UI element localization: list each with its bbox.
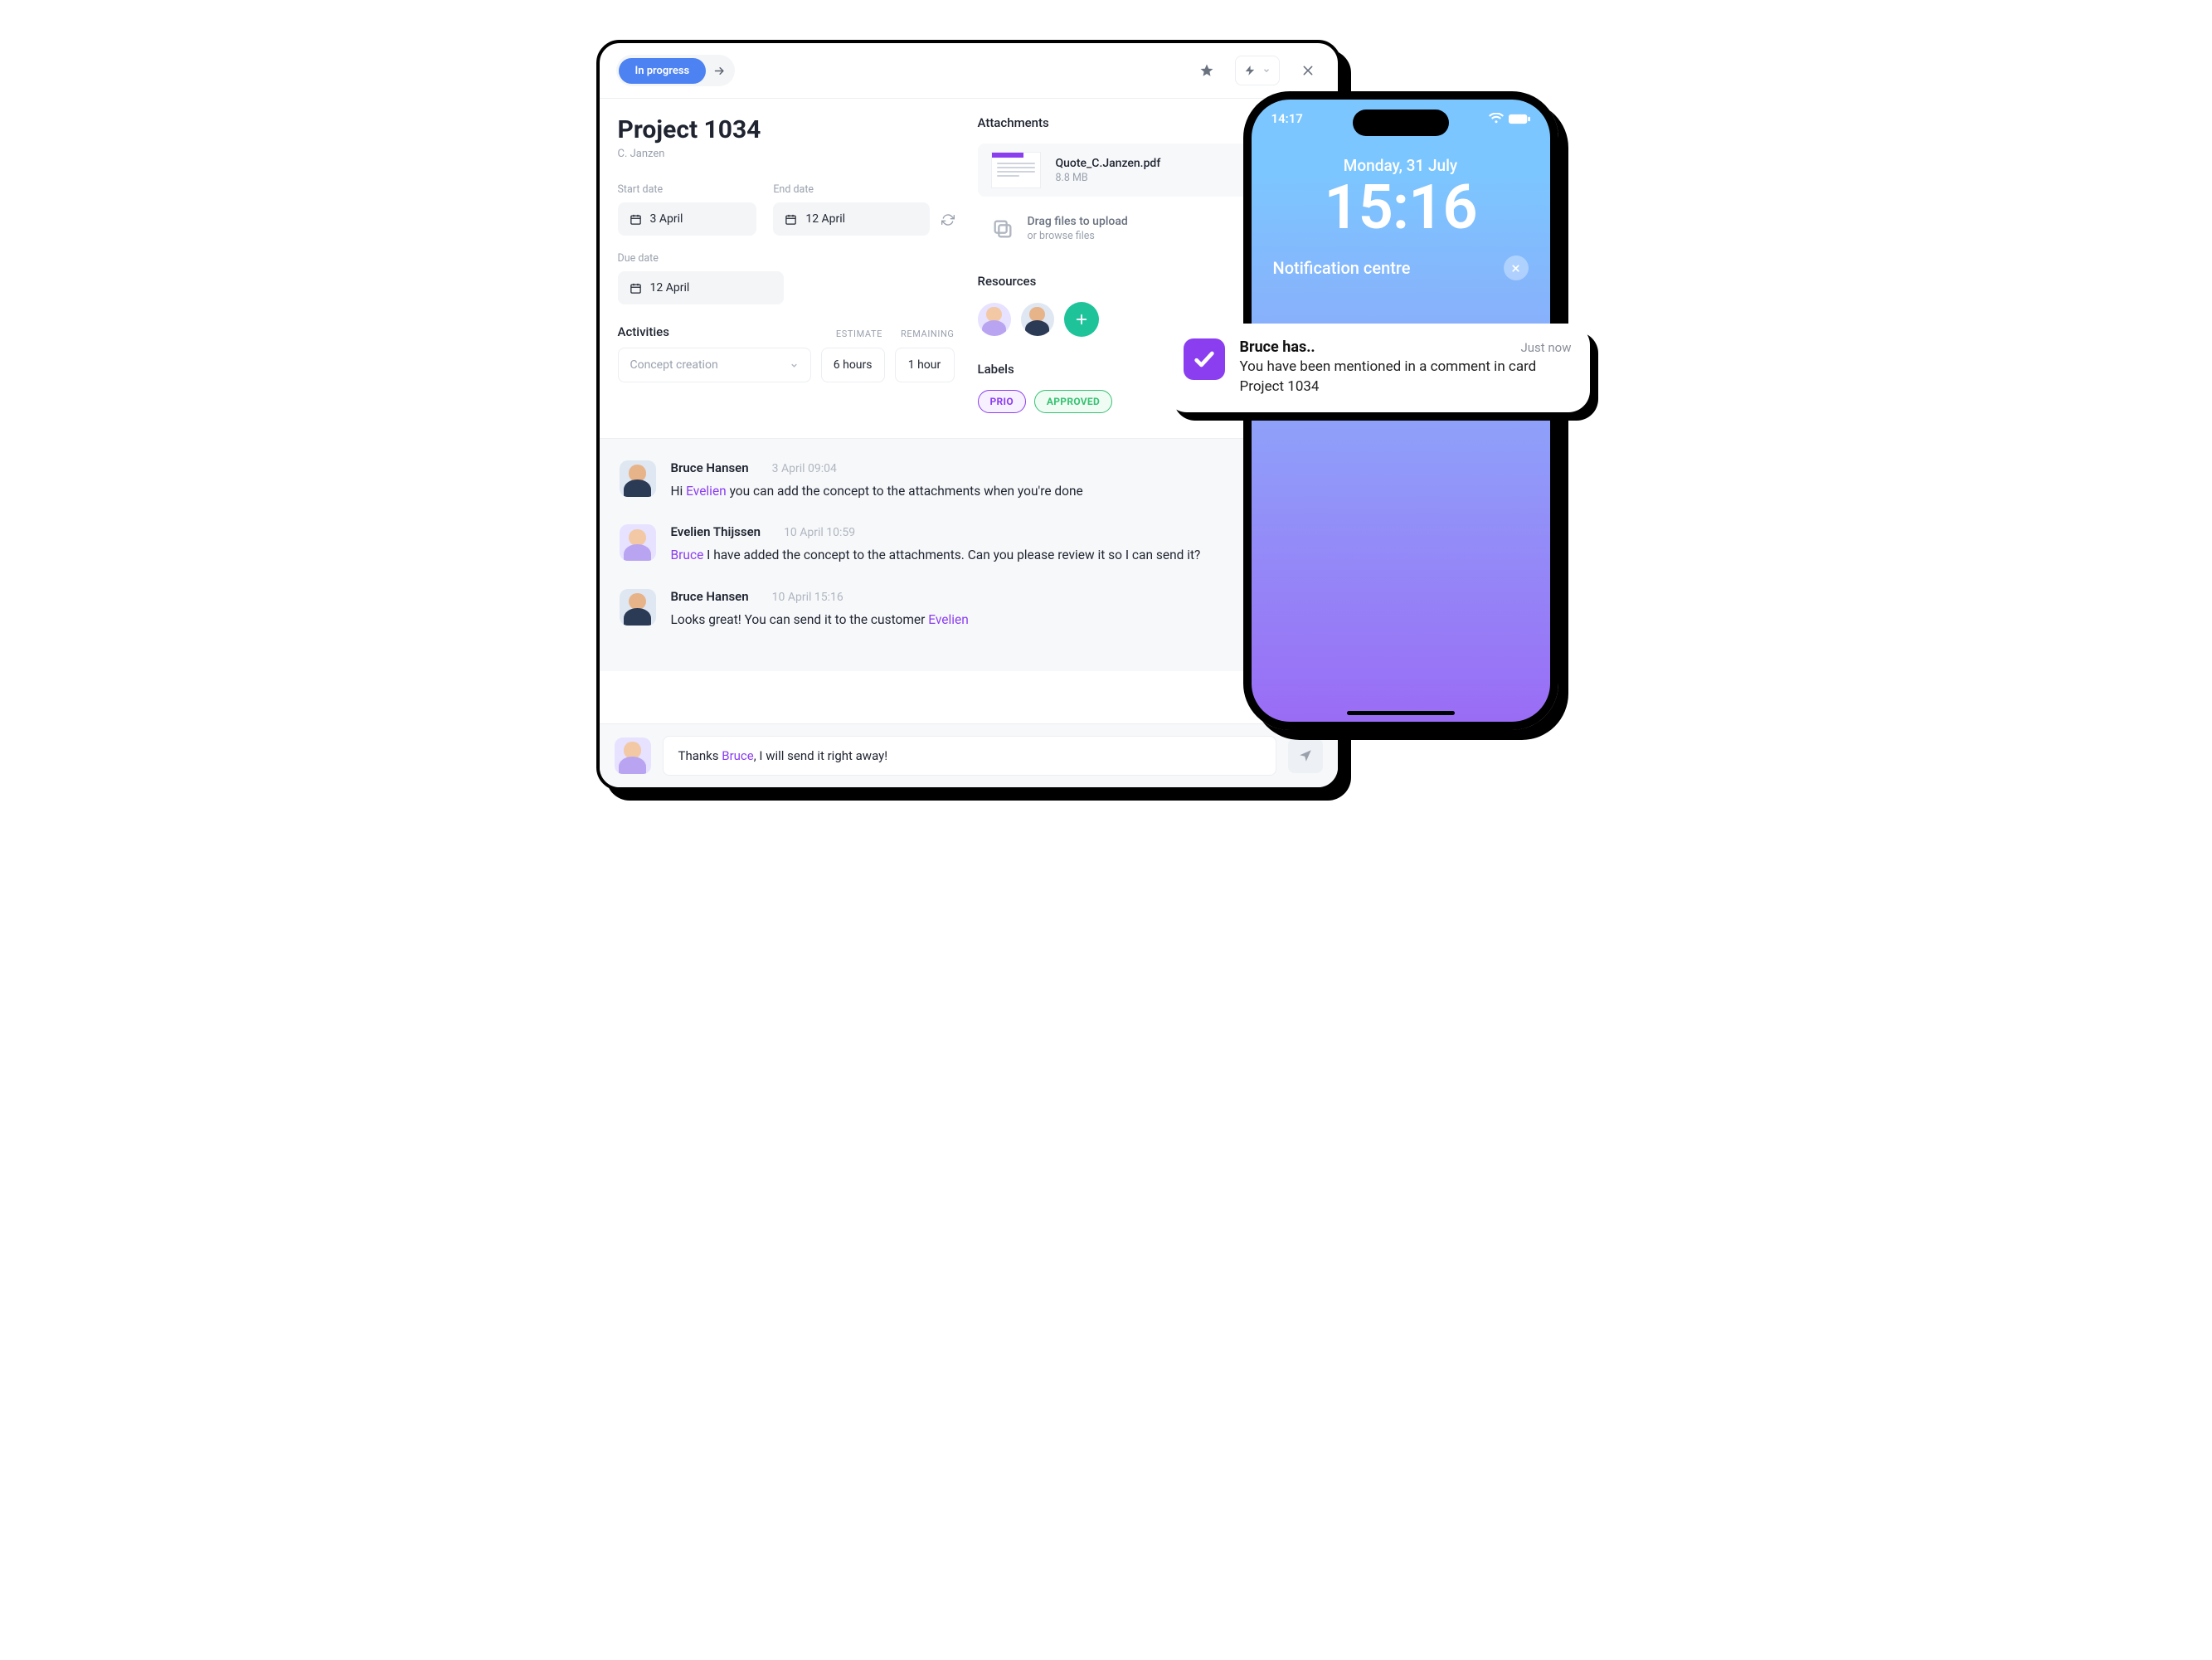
status-label: In progress <box>635 65 690 77</box>
wifi-icon <box>1489 113 1504 124</box>
card-header: In progress <box>600 43 1338 99</box>
project-title: Project 1034 <box>618 115 955 144</box>
star-icon <box>1199 63 1214 78</box>
comment-post: I have added the concept to the attachme… <box>703 548 1200 562</box>
compose-pre: Thanks <box>678 748 722 763</box>
end-date-value: 12 April <box>805 212 845 226</box>
end-date-label: End date <box>773 183 929 196</box>
document-thumbnail <box>991 152 1041 188</box>
end-date-input[interactable]: 12 April <box>773 202 929 236</box>
comment-mention[interactable]: Evelien <box>928 612 969 627</box>
comment-text: Hi Evelien you can add the concept to th… <box>671 482 1318 501</box>
activities-heading: Activities <box>618 324 669 339</box>
add-resource-button[interactable] <box>1064 302 1099 337</box>
due-date-input[interactable]: 12 April <box>618 271 784 304</box>
toast-time: Just now <box>1520 340 1571 355</box>
project-owner: C. Janzen <box>618 148 955 160</box>
label-prio[interactable]: PRIO <box>978 390 1026 413</box>
resource-avatar[interactable] <box>1021 303 1054 336</box>
attachment-name: Quote_C.Janzen.pdf <box>1056 157 1161 170</box>
comment-text: Looks great! You can send it to the cust… <box>671 611 1318 630</box>
sync-dates-button[interactable] <box>941 213 955 226</box>
calendar-icon <box>630 213 642 226</box>
check-icon <box>1193 348 1216 371</box>
estimate-col-label: ESTIMATE <box>836 329 882 339</box>
notification-centre-heading: Notification centre <box>1273 258 1411 278</box>
send-icon <box>1298 748 1313 763</box>
sync-icon <box>941 213 955 226</box>
phone-notch <box>1353 110 1449 136</box>
estimate-value[interactable]: 6 hours <box>821 348 885 382</box>
compose-mention: Bruce <box>722 748 754 763</box>
lightning-icon <box>1244 65 1256 76</box>
calendar-icon <box>630 282 642 295</box>
dropzone-title: Drag files to upload <box>1028 215 1128 228</box>
comment-mention[interactable]: Evelien <box>686 484 727 499</box>
compose-bar: Thanks Bruce, I will send it right away! <box>600 723 1338 787</box>
notification-toast[interactable]: Bruce has.. Just now You have been menti… <box>1165 324 1590 412</box>
close-icon <box>1301 64 1315 77</box>
label-approved[interactable]: APPROVED <box>1034 390 1112 413</box>
comment-input[interactable]: Thanks Bruce, I will send it right away! <box>663 736 1276 776</box>
left-column: Project 1034 C. Janzen Start date 3 Apri… <box>618 115 955 413</box>
actions-menu-button[interactable] <box>1235 56 1280 85</box>
remaining-value[interactable]: 1 hour <box>895 348 955 382</box>
comment-time: 10 April 15:16 <box>772 591 843 604</box>
comments-section: Bruce Hansen 3 April 09:04 Hi Evelien yo… <box>600 438 1338 671</box>
comment-post: you can add the concept to the attachmen… <box>727 484 1083 499</box>
start-date-value: 3 April <box>650 212 683 226</box>
arrow-right-icon <box>713 65 726 77</box>
lock-screen-time: 15:16 <box>1252 172 1550 244</box>
plus-icon <box>1074 312 1089 327</box>
close-button[interactable] <box>1293 56 1323 85</box>
status-bar-time: 14:17 <box>1271 111 1303 126</box>
project-card: In progress <box>596 40 1341 791</box>
comment-author: Bruce Hansen <box>671 589 749 604</box>
start-date-label: Start date <box>618 183 757 196</box>
remaining-col-label: REMAINING <box>901 329 954 339</box>
chevron-down-icon <box>1262 66 1271 75</box>
due-date-label: Due date <box>618 252 784 265</box>
comment-item: Evelien Thijssen 10 April 10:59 Bruce I … <box>620 524 1318 565</box>
status-selector[interactable]: In progress <box>616 55 736 86</box>
activity-select[interactable]: Concept creation <box>618 348 811 382</box>
start-date-input[interactable]: 3 April <box>618 202 757 236</box>
attachment-size: 8.8 MB <box>1056 172 1161 184</box>
calendar-icon <box>785 213 797 226</box>
due-date-value: 12 April <box>650 281 690 295</box>
toast-title: Bruce has.. <box>1240 338 1315 356</box>
close-icon <box>1510 263 1521 274</box>
comment-avatar <box>620 589 656 626</box>
send-button[interactable] <box>1288 738 1323 773</box>
resource-avatar[interactable] <box>978 303 1011 336</box>
compose-avatar <box>615 738 651 774</box>
comment-pre: Looks great! You can send it to the cust… <box>671 612 929 627</box>
comment-pre: Hi <box>671 484 687 499</box>
notification-app-icon <box>1184 338 1225 380</box>
status-next-button[interactable] <box>706 57 732 84</box>
activity-selected: Concept creation <box>630 358 718 372</box>
compose-post: , I will send it right away! <box>754 748 887 763</box>
chevron-down-icon <box>790 361 799 370</box>
comment-avatar <box>620 460 656 497</box>
comment-author: Evelien Thijssen <box>671 524 761 539</box>
comment-item: Bruce Hansen 10 April 15:16 Looks great!… <box>620 589 1318 630</box>
comment-text: Bruce I have added the concept to the at… <box>671 546 1318 565</box>
notification-centre-close[interactable] <box>1504 256 1529 280</box>
copy-icon <box>991 217 1014 241</box>
comment-item: Bruce Hansen 3 April 09:04 Hi Evelien yo… <box>620 460 1318 501</box>
status-pill: In progress <box>619 58 707 84</box>
comment-avatar <box>620 524 656 561</box>
comment-author: Bruce Hansen <box>671 460 749 475</box>
comment-time: 3 April 09:04 <box>772 462 837 475</box>
home-indicator[interactable] <box>1347 711 1455 715</box>
favorite-button[interactable] <box>1192 56 1222 85</box>
toast-body-text: You have been mentioned in a comment in … <box>1240 358 1572 397</box>
comment-mention[interactable]: Bruce <box>671 548 704 562</box>
battery-icon <box>1509 114 1530 124</box>
dropzone-subtitle: or browse files <box>1028 230 1128 242</box>
comment-time: 10 April 10:59 <box>784 526 855 539</box>
